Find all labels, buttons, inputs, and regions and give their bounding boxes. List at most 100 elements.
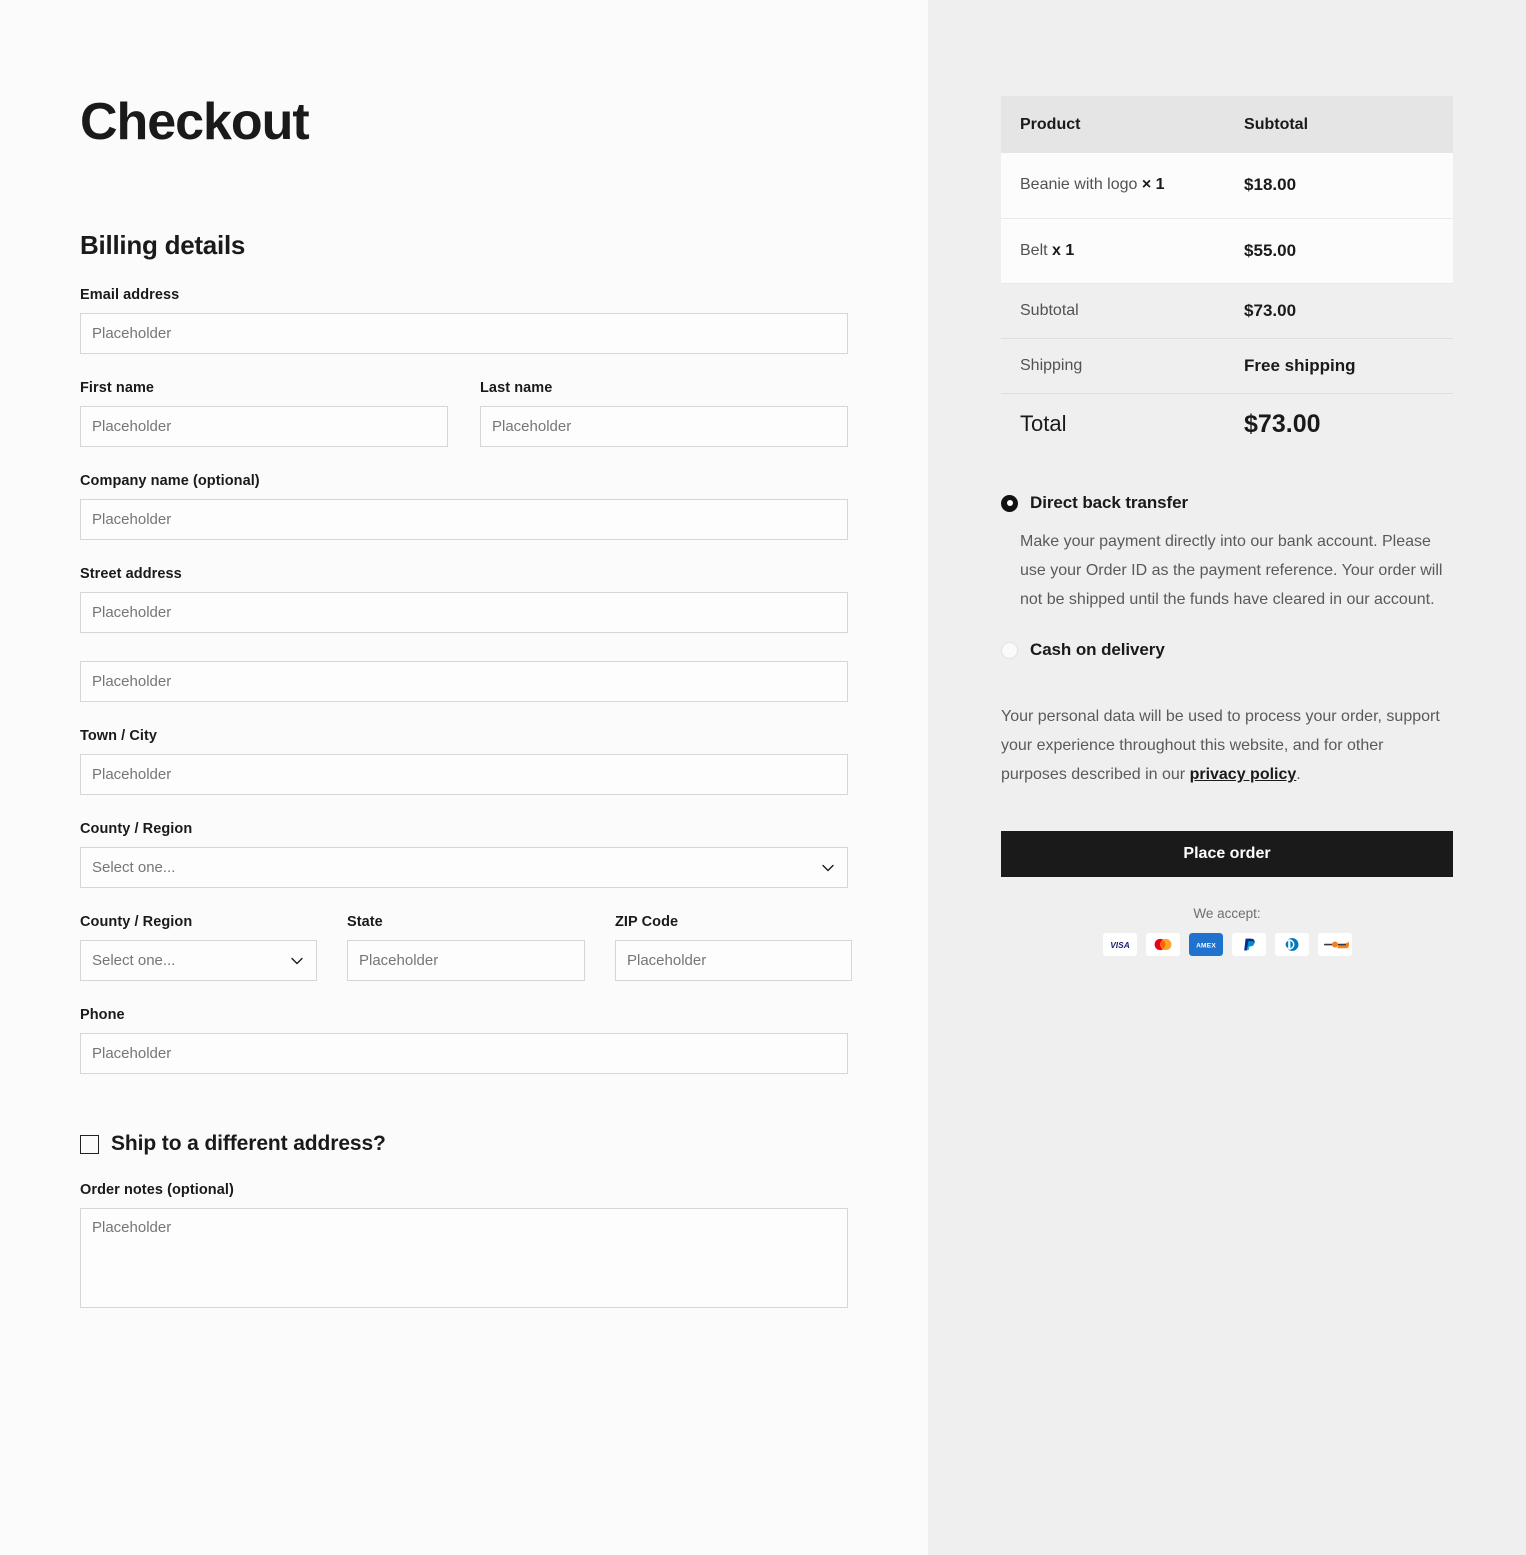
shipping-row: Shipping Free shipping: [1001, 338, 1453, 394]
visa-card-icon: VISA: [1102, 933, 1137, 956]
svg-text:AMEX: AMEX: [1196, 943, 1216, 950]
payment-method-label: Cash on delivery: [1030, 640, 1165, 659]
privacy-policy-link[interactable]: privacy policy: [1190, 766, 1297, 783]
amex-card-icon: AMEX: [1188, 933, 1223, 956]
order-notes-field-group: Order notes (optional): [80, 1182, 848, 1308]
company-field-group: Company name (optional): [80, 473, 848, 540]
total-row: Total $73.00: [1001, 393, 1453, 455]
payment-methods: Direct back transfer Make your payment d…: [1001, 493, 1453, 956]
place-order-button[interactable]: Place order: [1001, 831, 1453, 877]
payment-method-cash-on-delivery[interactable]: Cash on delivery: [1001, 640, 1453, 660]
order-table-header-row: Product Subtotal: [1001, 96, 1453, 153]
county-select[interactable]: Select one...: [80, 847, 848, 888]
we-accept-label: We accept:: [1193, 906, 1261, 921]
company-label: Company name (optional): [80, 473, 260, 489]
county2-select-value: Select one...: [92, 952, 176, 969]
ship-different-address-row[interactable]: Ship to a different address?: [80, 1132, 848, 1156]
county-select-value: Select one...: [92, 859, 176, 876]
order-table-body: Beanie with logo × 1 $18.00 Belt x 1 $55…: [1001, 153, 1453, 455]
line-item-name-cell: Belt x 1: [1001, 218, 1237, 284]
zip-field-group: ZIP Code: [615, 914, 852, 981]
line-item-name: Belt: [1020, 241, 1048, 259]
line-item-qty: × 1: [1141, 176, 1165, 194]
radio-direct-back-transfer[interactable]: [1001, 494, 1018, 512]
phone-input[interactable]: [80, 1033, 848, 1074]
order-summary-column: Product Subtotal Beanie with logo × 1 $1…: [928, 0, 1526, 1555]
payment-method-direct-back-transfer[interactable]: Direct back transfer: [1001, 493, 1453, 513]
region-state-zip-row: County / Region Select one... State ZIP …: [80, 914, 852, 981]
state-input[interactable]: [347, 940, 585, 981]
shipping-amount: Free shipping: [1244, 355, 1356, 375]
county-label: County / Region: [80, 821, 193, 837]
mastercard-card-icon: [1145, 933, 1180, 956]
line-item-name: Beanie with logo: [1020, 176, 1138, 194]
county2-label: County / Region: [80, 914, 193, 930]
street-address-label: Street address: [80, 566, 182, 582]
subtotal-amount: $73.00: [1244, 300, 1297, 320]
payment-method-description: Make your payment directly into our bank…: [1020, 533, 1443, 608]
zip-input[interactable]: [615, 940, 852, 981]
billing-details-heading: Billing details: [80, 230, 246, 260]
svg-text:VISA: VISA: [1110, 940, 1130, 950]
first-name-input[interactable]: [80, 406, 448, 447]
line-item-amount: $55.00: [1244, 240, 1297, 260]
order-notes-label: Order notes (optional): [80, 1182, 234, 1198]
name-row: First name Last name: [80, 380, 848, 447]
billing-form-column: Checkout Billing details Email address F…: [0, 0, 928, 1555]
last-name-label: Last name: [480, 380, 553, 396]
payment-method-label: Direct back transfer: [1030, 493, 1188, 512]
privacy-notice: Your personal data will be used to proce…: [1001, 702, 1453, 789]
subtotal-amount-cell: $73.00: [1236, 283, 1453, 339]
company-input[interactable]: [80, 499, 848, 540]
state-field-group: State: [347, 914, 585, 981]
zip-label: ZIP Code: [615, 914, 679, 930]
email-input[interactable]: [80, 313, 848, 354]
county2-select[interactable]: Select one...: [80, 940, 317, 981]
order-notes-textarea[interactable]: [80, 1208, 848, 1308]
email-label: Email address: [80, 287, 180, 303]
line-item-amount-cell: $18.00: [1236, 153, 1453, 219]
county2-field-group: County / Region Select one...: [80, 914, 317, 981]
line-item-amount: $18.00: [1244, 175, 1297, 195]
paypal-card-icon: [1231, 933, 1266, 956]
order-table-head: Product Subtotal: [1001, 96, 1453, 153]
county2-select-wrapper: Select one...: [80, 940, 317, 981]
shipping-amount-cell: Free shipping: [1236, 338, 1453, 394]
subtotal-row: Subtotal $73.00: [1001, 283, 1453, 339]
city-label: Town / City: [80, 728, 158, 744]
product-column-header: Product: [1001, 96, 1237, 153]
street-address-field-group: Street address: [80, 566, 848, 702]
diners-club-card-icon: [1274, 933, 1309, 956]
page-title: Checkout: [80, 93, 310, 151]
ship-different-address-checkbox[interactable]: [80, 1134, 99, 1154]
first-name-label: First name: [80, 380, 155, 396]
first-name-field-group: First name: [80, 380, 448, 447]
phone-field-group: Phone: [80, 1007, 848, 1074]
discover-card-icon: [1317, 933, 1352, 956]
total-amount: $73.00: [1244, 409, 1321, 438]
street-address-line2-input[interactable]: [80, 661, 848, 702]
email-field-group: Email address: [80, 287, 848, 354]
total-label: Total: [1020, 411, 1067, 437]
city-input[interactable]: [80, 754, 848, 795]
order-summary: Product Subtotal Beanie with logo × 1 $1…: [1001, 96, 1453, 455]
line-item-qty: x 1: [1052, 241, 1075, 259]
last-name-input[interactable]: [480, 406, 848, 447]
checkout-page: Checkout Billing details Email address F…: [0, 0, 1526, 1555]
privacy-notice-suffix: .: [1296, 766, 1301, 783]
county-select-wrapper: Select one...: [80, 847, 848, 888]
phone-label: Phone: [80, 1007, 125, 1023]
last-name-field-group: Last name: [480, 380, 848, 447]
line-item-amount-cell: $55.00: [1236, 218, 1453, 284]
table-row: Beanie with logo × 1 $18.00: [1001, 153, 1453, 219]
table-row: Belt x 1 $55.00: [1001, 218, 1453, 284]
state-label: State: [347, 914, 383, 930]
subtotal-label: Subtotal: [1001, 283, 1237, 339]
street-address-line1-input[interactable]: [80, 592, 848, 633]
total-amount-cell: $73.00: [1236, 393, 1453, 455]
order-summary-table: Product Subtotal Beanie with logo × 1 $1…: [1001, 96, 1453, 455]
subtotal-column-header: Subtotal: [1236, 96, 1453, 153]
county-field-group: County / Region Select one...: [80, 821, 848, 888]
ship-different-address-label: Ship to a different address?: [111, 1132, 386, 1155]
radio-cash-on-delivery[interactable]: [1001, 641, 1018, 659]
